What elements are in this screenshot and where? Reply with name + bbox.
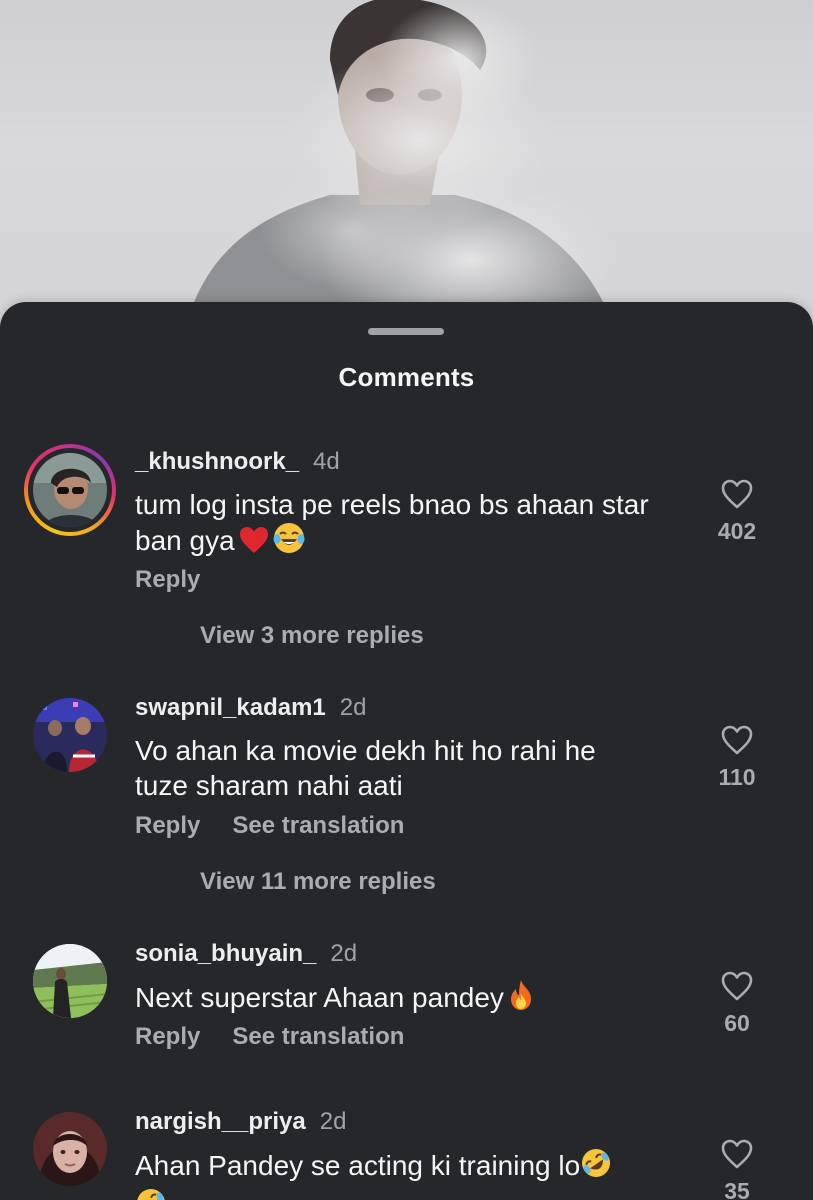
see-translation-button[interactable]: See translation <box>232 812 404 839</box>
heart-outline-icon[interactable] <box>720 1138 754 1170</box>
reels-comments-screen: Comments _khushnoork_ 4d tum log insta p… <box>0 0 813 1200</box>
reply-button[interactable]: Reply <box>135 812 200 839</box>
comment-actions: Reply See translation <box>135 1023 436 1051</box>
red-heart-icon <box>239 526 269 562</box>
comment-time: 2d <box>339 694 367 721</box>
comment-text-line: tuze sharam nahi aati <box>135 770 403 801</box>
see-translation-button[interactable]: See translation <box>232 1023 404 1050</box>
comment-text: Vo ahan ka movie dekh hit ho rahi he tuz… <box>135 733 715 803</box>
like-count: 60 <box>724 1010 750 1036</box>
comment-time: 4d <box>313 448 340 475</box>
fire-icon <box>508 979 534 1019</box>
like-control: 60 <box>697 970 777 1037</box>
avatar <box>33 453 107 527</box>
comment-text-line: Ahan Pandey se acting ki training lo <box>135 1147 715 1187</box>
comment-text-line-1: Ahan Pandey se acting ki training lo <box>135 1150 581 1181</box>
comment-text-line: tum log insta pe reels bnao bs ahaan sta… <box>135 489 649 520</box>
comment-time: 2d <box>319 1108 347 1135</box>
heart-outline-icon[interactable] <box>720 478 754 510</box>
avatar[interactable] <box>33 1112 107 1186</box>
comment-text: tum log insta pe reels bnao bs ahaan sta… <box>135 487 715 562</box>
comment-username[interactable]: nargish__priya <box>135 1108 306 1135</box>
sheet-drag-handle[interactable] <box>368 328 444 335</box>
comment-text: Next superstar Ahaan pandey <box>135 979 715 1019</box>
comment-text-line <box>135 1187 715 1200</box>
rolling-on-floor-laughing-icon <box>580 1147 612 1187</box>
comment-actions: Reply <box>135 566 232 594</box>
comment-text-line: ban gya <box>135 522 715 562</box>
view-more-replies-button[interactable]: View 11 more replies <box>200 868 436 896</box>
avatar[interactable] <box>33 944 107 1018</box>
reel-video-background[interactable] <box>0 0 813 330</box>
comment-username[interactable]: swapnil_kadam1 <box>135 694 326 721</box>
story-ring[interactable] <box>24 444 116 536</box>
comment-text: Ahan Pandey se acting ki training lo <box>135 1147 715 1200</box>
comment-text-line: Vo ahan ka movie dekh hit ho rahi he <box>135 735 596 766</box>
avatar[interactable] <box>33 698 107 772</box>
comment-text-line-2: ban gya <box>135 525 235 556</box>
tears-of-joy-icon <box>273 522 305 562</box>
comment-actions: Reply See translation <box>135 812 436 840</box>
heart-outline-icon[interactable] <box>720 970 754 1002</box>
comment-meta: _khushnoork_ 4d <box>135 448 340 476</box>
comment-text-line-1: Next superstar Ahaan pandey <box>135 982 504 1013</box>
like-count: 35 <box>724 1178 750 1200</box>
comment-meta: sonia_bhuyain_ 2d <box>135 940 357 968</box>
comment-time: 2d <box>330 940 358 967</box>
reel-video-frame-image <box>185 0 620 330</box>
reply-button[interactable]: Reply <box>135 566 200 593</box>
comment-username[interactable]: _khushnoork_ <box>135 448 299 475</box>
comment-text-line: Next superstar Ahaan pandey <box>135 979 715 1019</box>
like-count: 402 <box>717 518 757 544</box>
view-more-replies-button[interactable]: View 3 more replies <box>200 622 424 650</box>
like-control: 110 <box>697 724 777 791</box>
rolling-on-floor-laughing-icon <box>135 1187 167 1200</box>
heart-outline-icon[interactable] <box>720 724 754 756</box>
sheet-title: Comments <box>338 362 475 392</box>
like-count: 110 <box>718 764 756 790</box>
comment-username[interactable]: sonia_bhuyain_ <box>135 940 316 967</box>
comment-meta: swapnil_kadam1 2d <box>135 694 366 722</box>
comment-meta: nargish__priya 2d <box>135 1108 346 1136</box>
like-control: 402 <box>697 478 777 545</box>
reply-button[interactable]: Reply <box>135 1023 200 1050</box>
like-control: 35 <box>697 1138 777 1200</box>
